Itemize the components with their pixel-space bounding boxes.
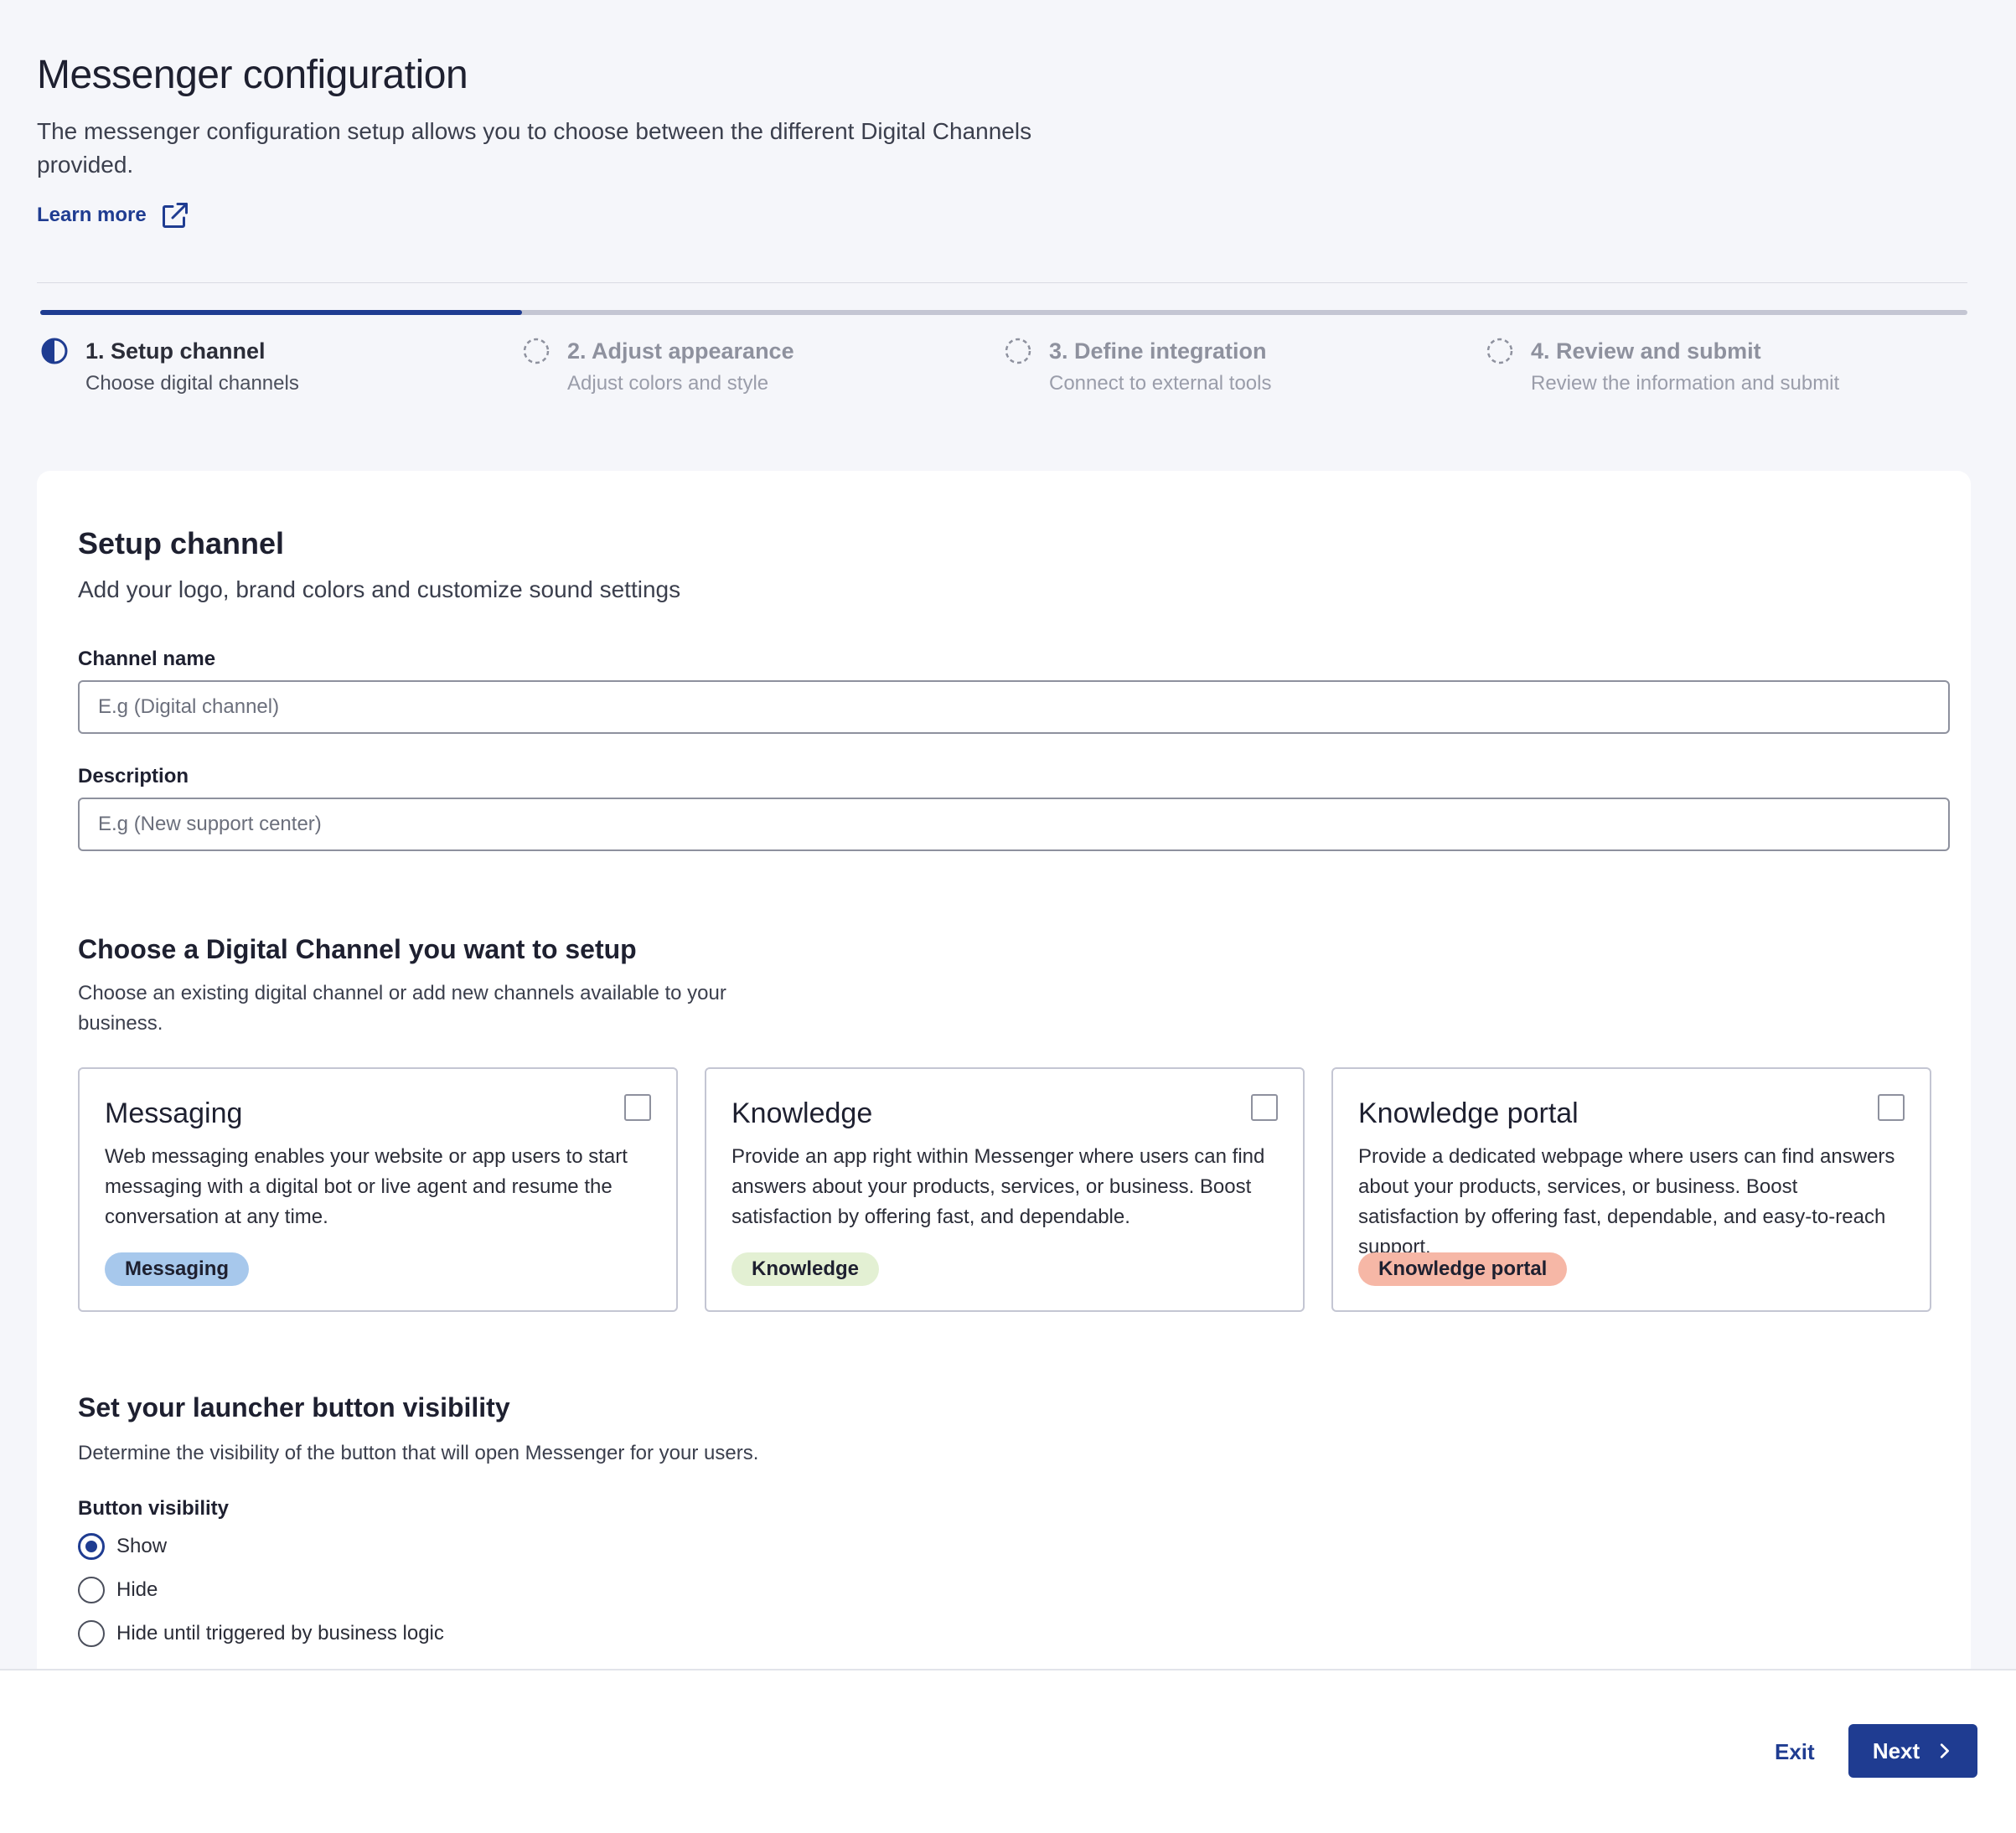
option-description: Provide an app right within Messenger wh… [731,1145,1265,1228]
knowledge-badge: Knowledge [731,1252,880,1286]
option-description: Provide a dedicated webpage where users … [1358,1145,1895,1258]
messaging-checkbox[interactable] [624,1094,651,1121]
radio-option-show[interactable]: Show [78,1533,167,1560]
option-title: Messaging [105,1097,243,1129]
step-title: 2. Adjust appearance [567,338,794,364]
channel-name-input[interactable] [78,680,1950,734]
exit-button[interactable]: Exit [1775,1739,1815,1765]
dashed-circle-icon [523,338,550,364]
next-button[interactable]: Next [1848,1724,1977,1778]
page-title: Messenger configuration [37,53,468,97]
channel-option-messaging[interactable]: Messaging Web messaging enables your web… [78,1067,678,1312]
step-review-submit[interactable]: 4. Review and submit Review the informat… [1486,335,1967,395]
step-define-integration[interactable]: 3. Define integration Connect to externa… [1004,335,1486,395]
option-description: Web messaging enables your website or ap… [105,1145,628,1228]
chevron-right-icon [1941,1743,1950,1758]
channel-option-knowledge-portal[interactable]: Knowledge portal Provide a dedicated web… [1331,1067,1931,1312]
button-visibility-label: Button visibility [78,1497,229,1520]
step-title: 1. Setup channel [85,338,266,364]
dashed-circle-icon [1005,338,1031,364]
step-subtitle: Choose digital channels [85,372,299,395]
half-circle-progress-icon [41,338,68,364]
dashed-circle-icon [1486,338,1513,364]
option-title: Knowledge portal [1358,1097,1579,1129]
radio-option-hide-until-triggered[interactable]: Hide until triggered by business logic [78,1620,444,1647]
external-link-icon [162,203,188,228]
knowledge-checkbox[interactable] [1251,1094,1278,1121]
step-title: 3. Define integration [1049,338,1267,364]
launcher-title: Set your launcher button visibility [78,1392,510,1423]
radio-label: Hide until triggered by business logic [116,1622,444,1645]
messaging-badge: Messaging [105,1252,250,1286]
knowledge-portal-checkbox[interactable] [1878,1094,1905,1121]
setup-title: Setup channel [78,526,285,560]
option-title: Knowledge [731,1097,873,1129]
step-subtitle: Connect to external tools [1049,372,1272,395]
channel-option-knowledge[interactable]: Knowledge Provide an app right within Me… [705,1067,1305,1312]
knowledge-portal-badge: Knowledge portal [1358,1252,1568,1286]
step-adjust-appearance[interactable]: 2. Adjust appearance Adjust colors and s… [522,335,1004,395]
radio-label: Hide [116,1578,158,1601]
learn-more-label: Learn more [37,204,147,226]
channel-name-label: Channel name [78,648,216,670]
description-input[interactable] [78,798,1950,851]
radio-label: Show [116,1535,168,1557]
step-subtitle: Review the information and submit [1531,372,1840,395]
stepper-progress-fill [40,310,522,315]
channels-subtitle: Choose an existing digital channel or ad… [78,982,726,1035]
description-label: Description [78,765,189,787]
learn-more-link[interactable]: Learn more [37,200,190,230]
step-subtitle: Adjust colors and style [567,372,769,395]
radio-button[interactable] [78,1577,105,1603]
step-title: 4. Review and submit [1531,338,1761,364]
channels-title: Choose a Digital Channel you want to set… [78,934,637,964]
page-header: Messenger configuration The messenger co… [37,52,1967,230]
setup-subtitle: Add your logo, brand colors and customiz… [78,576,681,602]
header-divider [37,282,1967,283]
footer-bar: Exit Next [0,1669,2016,1833]
radio-button-checked[interactable] [78,1533,105,1560]
step-setup-channel[interactable]: 1. Setup channel Choose digital channels [40,335,522,395]
launcher-subtitle: Determine the visibility of the button t… [78,1442,759,1464]
page-description: The messenger configuration setup allows… [37,118,1032,178]
radio-option-hide[interactable]: Hide [78,1577,158,1603]
stepper-progress-track [40,310,1967,315]
setup-card: Setup channel Add your logo, brand color… [37,471,1971,1727]
next-label: Next [1872,1737,1920,1763]
radio-button[interactable] [78,1620,105,1647]
